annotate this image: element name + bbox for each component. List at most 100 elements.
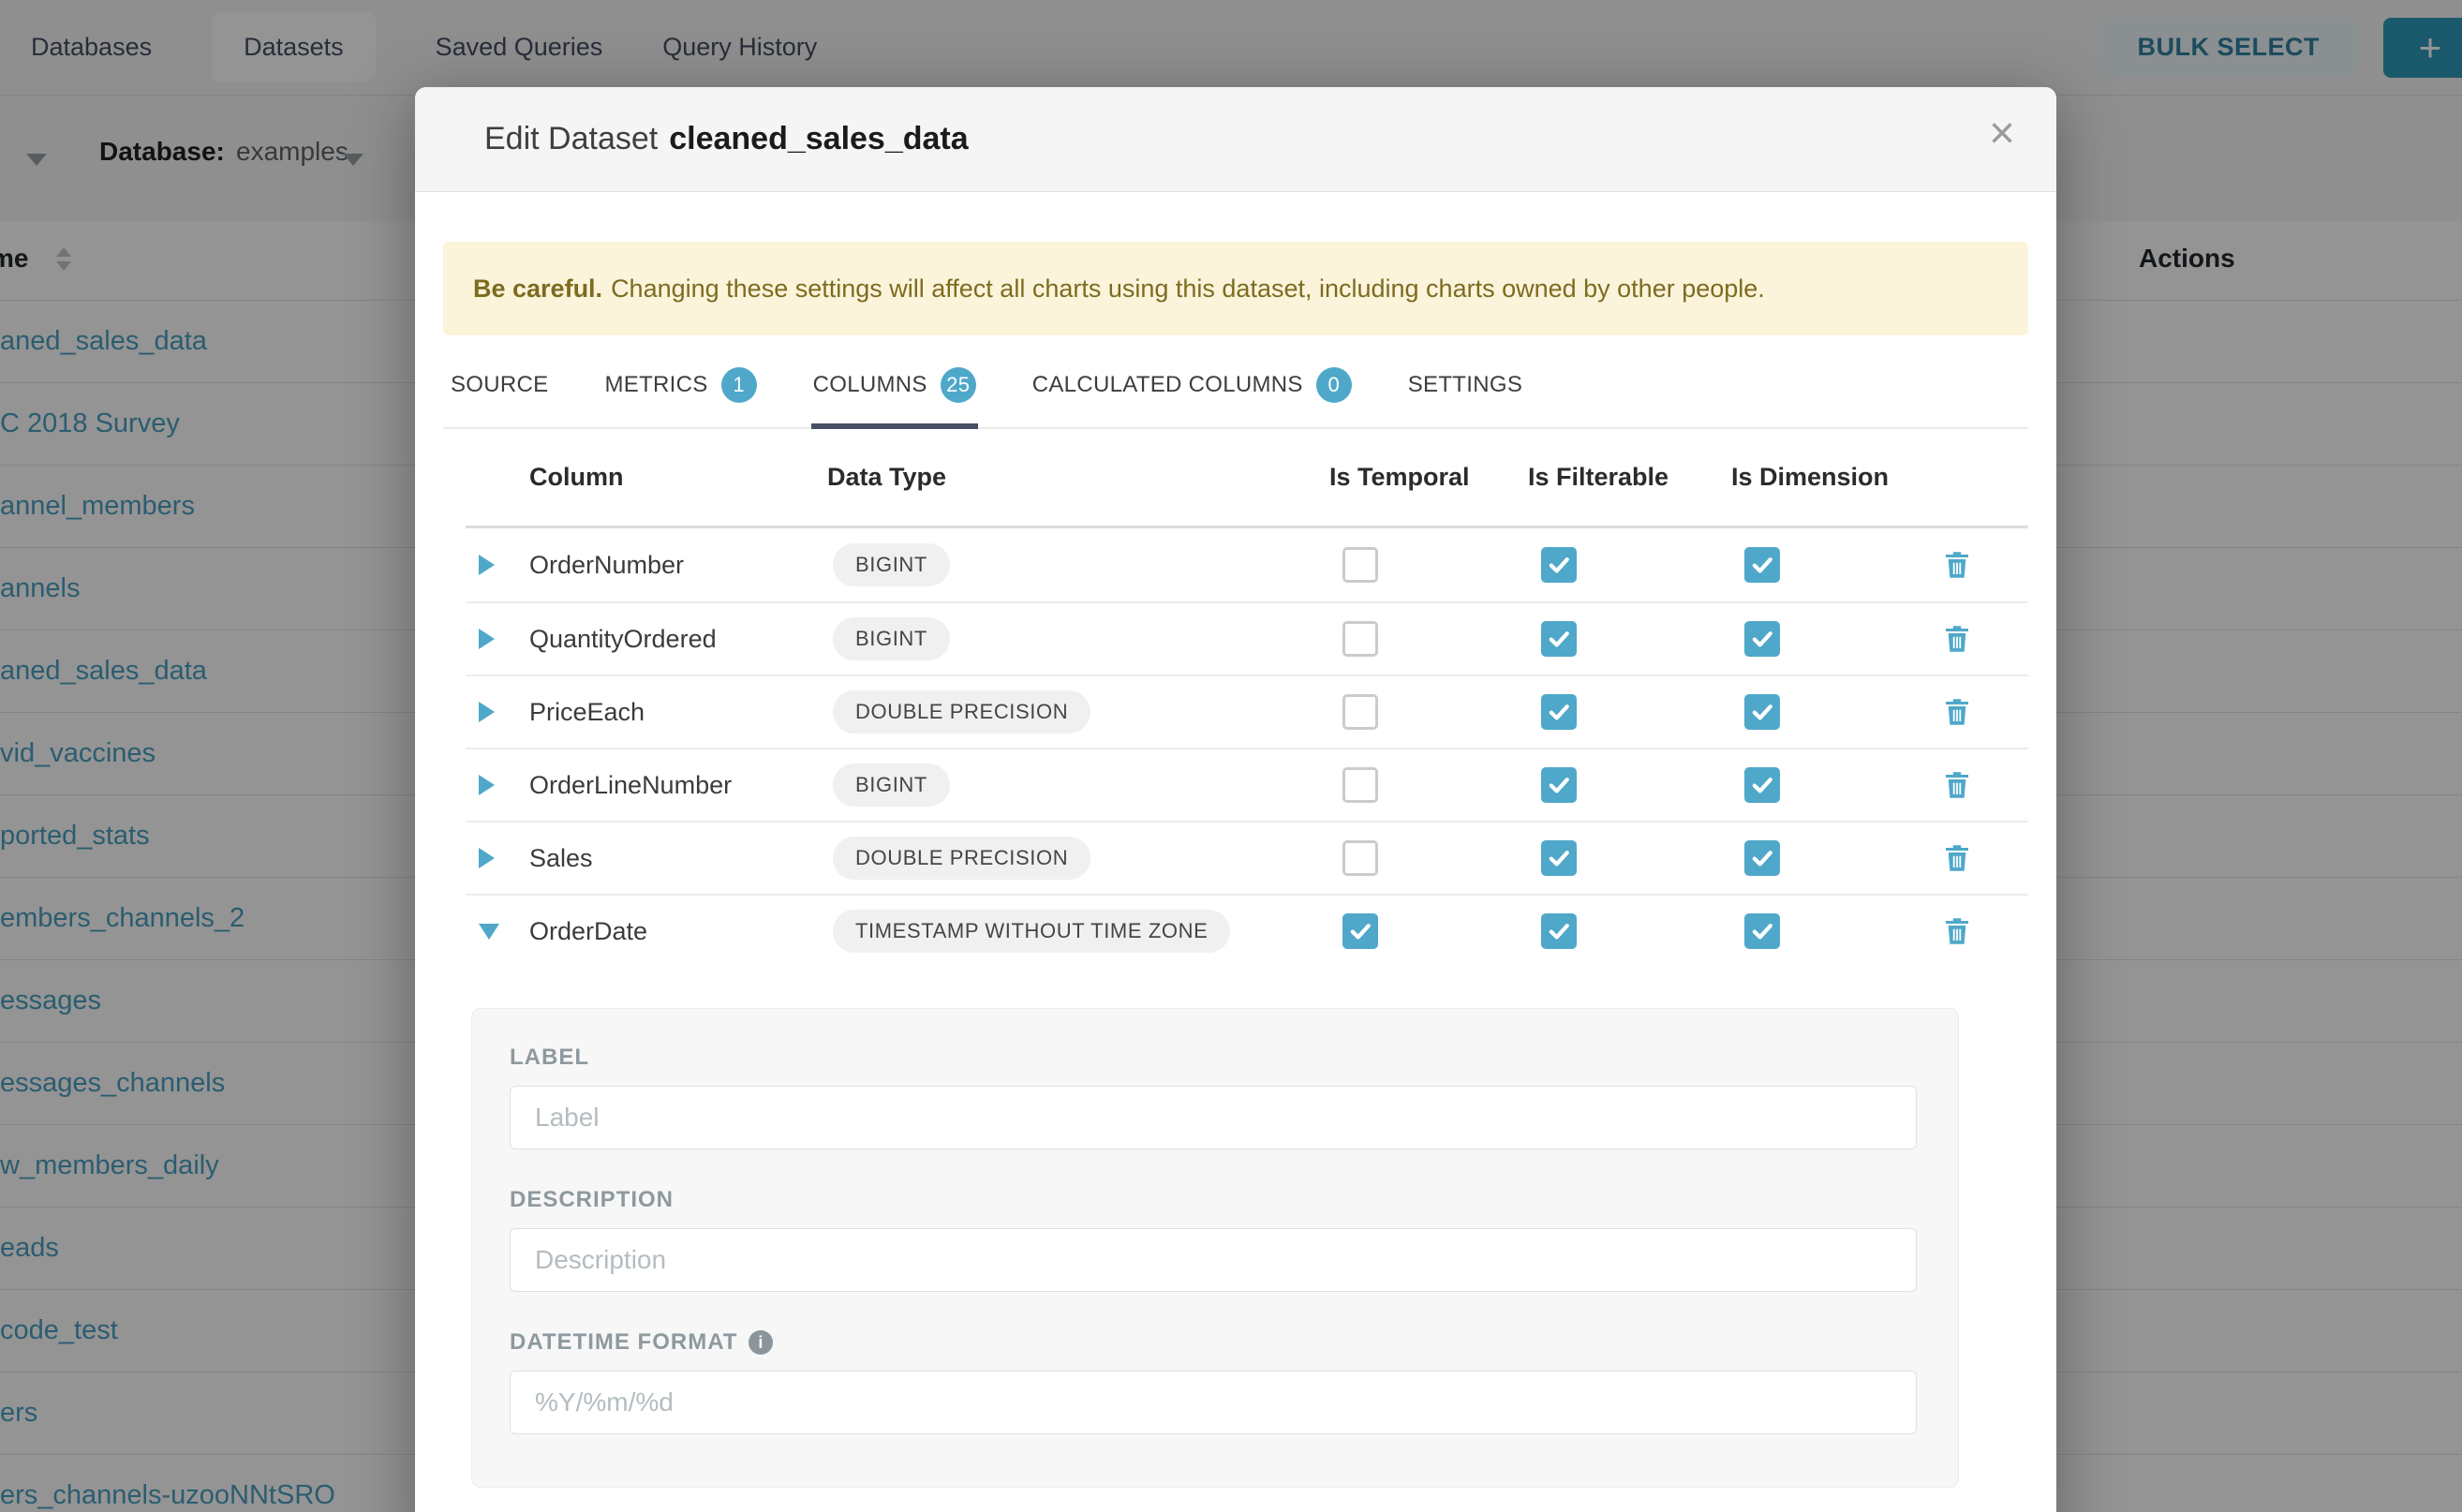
data-type-pill: TIMESTAMP WITHOUT TIME ZONE <box>833 910 1230 953</box>
is-filterable-checkbox[interactable] <box>1541 694 1577 730</box>
trash-icon[interactable] <box>1940 622 1974 656</box>
modal-tab-settings[interactable]: SETTINGS <box>1406 362 1524 429</box>
checkmark-icon <box>1546 552 1572 578</box>
checkmark-icon <box>1749 918 1775 944</box>
columns-table-header: Column Data Type Is Temporal Is Filterab… <box>466 429 2028 528</box>
trash-icon[interactable] <box>1940 695 1974 729</box>
data-type-header: Data Type <box>827 463 1318 492</box>
column-row-orderdate: OrderDateTIMESTAMP WITHOUT TIME ZONE <box>466 894 2028 967</box>
checkmark-icon <box>1546 772 1572 798</box>
description-field-label: DESCRIPTION <box>510 1187 1917 1213</box>
is-filterable-checkbox[interactable] <box>1541 547 1577 583</box>
column-name: OrderDate <box>518 917 827 946</box>
tab-label: SETTINGS <box>1408 372 1522 398</box>
column-row-orderlinenumber: OrderLineNumberBIGINT <box>466 748 2028 821</box>
is-temporal-checkbox[interactable] <box>1342 694 1378 730</box>
tab-label: SOURCE <box>451 372 548 398</box>
is-dimension-header: Is Dimension <box>1720 463 1907 492</box>
columns-table: Column Data Type Is Temporal Is Filterab… <box>443 429 2028 1488</box>
data-type-pill: DOUBLE PRECISION <box>833 690 1090 734</box>
checkmark-icon <box>1546 699 1572 725</box>
is-dimension-checkbox[interactable] <box>1744 547 1780 583</box>
is-dimension-checkbox[interactable] <box>1744 621 1780 657</box>
info-icon[interactable]: i <box>749 1330 773 1355</box>
description-field-group: DESCRIPTION <box>510 1187 1917 1292</box>
checkmark-icon <box>1546 918 1572 944</box>
trash-icon[interactable] <box>1940 548 1974 582</box>
is-filterable-checkbox[interactable] <box>1541 621 1577 657</box>
column-name: OrderNumber <box>518 551 827 580</box>
column-row-ordernumber: OrderNumberBIGINT <box>466 528 2028 601</box>
datetime-format-input[interactable] <box>510 1371 1917 1434</box>
column-name: PriceEach <box>518 698 827 727</box>
datetime-format-field-label: DATETIME FORMAT i <box>510 1329 1917 1356</box>
columns-rows: OrderNumberBIGINT QuantityOrderedBIGINT … <box>466 528 2028 967</box>
column-row-priceeach: PriceEachDOUBLE PRECISION <box>466 674 2028 748</box>
label-input[interactable] <box>510 1086 1917 1149</box>
column-name: QuantityOrdered <box>518 625 827 654</box>
trash-icon[interactable] <box>1940 841 1974 875</box>
column-editor-panel: LABEL DESCRIPTION DATETIME FORMAT i <box>471 1008 1959 1488</box>
expand-caret-icon[interactable] <box>479 555 495 575</box>
edit-dataset-modal: Edit Dataset cleaned_sales_data × Be car… <box>415 87 2056 1512</box>
data-type-pill: DOUBLE PRECISION <box>833 837 1090 880</box>
is-temporal-checkbox[interactable] <box>1342 840 1378 876</box>
is-dimension-checkbox[interactable] <box>1744 767 1780 803</box>
column-name: Sales <box>518 844 827 873</box>
tab-count-badge: 1 <box>721 367 757 403</box>
expand-caret-icon[interactable] <box>479 702 495 722</box>
data-type-pill: BIGINT <box>833 617 950 660</box>
warning-text: Changing these settings will affect all … <box>611 274 1765 304</box>
modal-tab-source[interactable]: SOURCE <box>449 362 550 429</box>
column-row-sales: SalesDOUBLE PRECISION <box>466 821 2028 894</box>
modal-title-prefix: Edit Dataset <box>484 121 658 157</box>
trash-icon[interactable] <box>1940 914 1974 948</box>
is-dimension-checkbox[interactable] <box>1744 694 1780 730</box>
modal-title-dataset-name: cleaned_sales_data <box>669 121 968 157</box>
warning-title: Be careful. <box>473 274 602 304</box>
tab-count-badge: 0 <box>1316 367 1352 403</box>
is-filterable-checkbox[interactable] <box>1541 913 1577 949</box>
tab-label: METRICS <box>604 372 707 398</box>
modal-tab-metrics[interactable]: METRICS 1 <box>602 362 758 429</box>
checkmark-icon <box>1546 626 1572 652</box>
checkmark-icon <box>1546 845 1572 871</box>
tab-label: CALCULATED COLUMNS <box>1032 372 1303 398</box>
expand-caret-icon[interactable] <box>479 848 495 868</box>
datetime-format-label-text: DATETIME FORMAT <box>510 1329 737 1356</box>
datetime-format-field-group: DATETIME FORMAT i <box>510 1329 1917 1434</box>
label-field-label: LABEL <box>510 1045 1917 1071</box>
description-input[interactable] <box>510 1228 1917 1292</box>
checkmark-icon <box>1749 552 1775 578</box>
is-filterable-checkbox[interactable] <box>1541 767 1577 803</box>
column-header: Column <box>518 463 827 492</box>
is-temporal-checkbox[interactable] <box>1342 621 1378 657</box>
is-temporal-checkbox[interactable] <box>1342 767 1378 803</box>
checkmark-icon <box>1749 845 1775 871</box>
is-dimension-checkbox[interactable] <box>1744 913 1780 949</box>
checkmark-icon <box>1347 918 1373 944</box>
expand-caret-icon[interactable] <box>479 775 495 795</box>
data-type-pill: BIGINT <box>833 763 950 807</box>
label-field-group: LABEL <box>510 1045 1917 1149</box>
close-icon[interactable]: × <box>1989 111 2015 156</box>
is-temporal-checkbox[interactable] <box>1342 547 1378 583</box>
modal-tab-columns[interactable]: COLUMNS25 <box>811 362 978 429</box>
trash-icon[interactable] <box>1940 768 1974 802</box>
checkmark-icon <box>1749 772 1775 798</box>
modal-tab-calculated-columns[interactable]: CALCULATED COLUMNS 0 <box>1031 362 1354 429</box>
column-row-quantityordered: QuantityOrderedBIGINT <box>466 601 2028 674</box>
warning-banner: Be careful. Changing these settings will… <box>443 242 2028 335</box>
checkmark-icon <box>1749 699 1775 725</box>
modal-tab-bar: SOURCE METRICS 1 COLUMNS25 CALCULATED COLUMN… <box>443 362 2028 429</box>
checkmark-icon <box>1749 626 1775 652</box>
is-filterable-header: Is Filterable <box>1517 463 1720 492</box>
collapse-caret-icon[interactable] <box>479 924 499 940</box>
tab-count-badge: 25 <box>941 367 976 403</box>
modal-body: Be careful. Changing these settings will… <box>415 242 2056 1488</box>
column-name: OrderLineNumber <box>518 771 827 800</box>
is-dimension-checkbox[interactable] <box>1744 840 1780 876</box>
is-temporal-checkbox[interactable] <box>1342 913 1378 949</box>
is-filterable-checkbox[interactable] <box>1541 840 1577 876</box>
expand-caret-icon[interactable] <box>479 629 495 649</box>
